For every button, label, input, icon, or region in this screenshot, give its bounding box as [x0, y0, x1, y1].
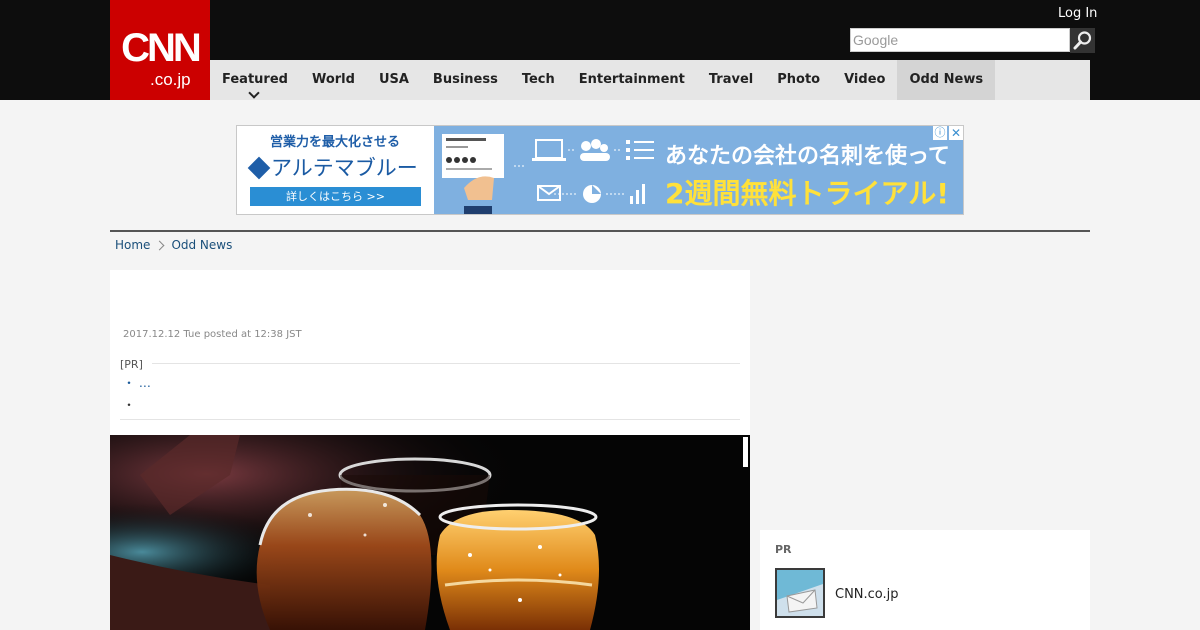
- breadcrumb-home[interactable]: Home: [115, 238, 150, 252]
- search-icon: [1073, 31, 1092, 50]
- nav-item-world[interactable]: World: [300, 60, 367, 100]
- main-nav: Featured World USA Business Tech Enterta…: [210, 60, 996, 100]
- nav-item-featured[interactable]: Featured: [210, 60, 300, 100]
- chevron-down-icon: [248, 87, 260, 99]
- nav-item-tech[interactable]: Tech: [510, 60, 567, 100]
- pr-bottom-divider: [120, 419, 740, 420]
- chevron-right-icon: [154, 240, 165, 250]
- pr-label: [PR]: [120, 358, 143, 371]
- nav-item-travel[interactable]: Travel: [697, 60, 765, 100]
- logo-domain: .co.jp: [150, 70, 191, 89]
- nav-item-video[interactable]: Video: [832, 60, 897, 100]
- ad-brand-name: アルテマブルー: [271, 156, 418, 180]
- sidebar-thumbnail[interactable]: [775, 568, 825, 618]
- nav-item-business[interactable]: Business: [421, 60, 510, 100]
- pr-divider: [152, 363, 740, 364]
- sidebar-pr-label: PR: [775, 543, 792, 556]
- ad-cta-button[interactable]: 詳しくはこちら >>: [250, 187, 421, 206]
- logo-wordmark: CNN: [121, 26, 202, 70]
- breadcrumb: Home Odd News: [115, 238, 232, 252]
- breadcrumb-odd-news[interactable]: Odd News: [171, 238, 232, 252]
- nav-item-entertainment[interactable]: Entertainment: [567, 60, 697, 100]
- nav-item-odd-news[interactable]: Odd News: [897, 60, 996, 100]
- ad-headline: あなたの会社の名刺を使って: [665, 144, 950, 169]
- post-timestamp: 2017.12.12 Tue posted at 12:38 JST: [123, 329, 302, 340]
- cnn-logo[interactable]: CNN .co.jp: [110, 0, 210, 100]
- ad-close-icon[interactable]: ✕: [949, 126, 963, 140]
- nav-item-label: Featured: [222, 72, 288, 87]
- article-photo: [110, 435, 750, 630]
- ad-brand-panel: 営業力を最大化させる アルテマブルー 詳しくはこちら >>: [237, 126, 434, 214]
- nav-item-usa[interactable]: USA: [367, 60, 421, 100]
- ad-illustration: [434, 126, 664, 214]
- brand-diamond-icon: [247, 156, 271, 180]
- search-button[interactable]: [1070, 28, 1095, 53]
- sidebar-item-title[interactable]: CNN.co.jp: [835, 587, 899, 602]
- ad-info-icon[interactable]: ⓘ: [933, 126, 947, 140]
- photo-credit-mark: [743, 437, 748, 467]
- ad-brand: アルテマブルー: [247, 152, 418, 182]
- header-left-margin: [0, 60, 110, 100]
- ad-banner[interactable]: 営業力を最大化させる アルテマブルー 詳しくはこちら >> あなたの会社の名刺を…: [236, 125, 964, 215]
- nav-item-photo[interactable]: Photo: [765, 60, 832, 100]
- ad-offer: 2週間無料トライアル!: [665, 177, 949, 210]
- pr-list-item: ・: [123, 398, 136, 412]
- pr-link-item[interactable]: ・ …: [123, 374, 151, 391]
- search-placeholder: Google: [853, 32, 899, 48]
- breadcrumb-divider: [110, 230, 1090, 232]
- pr-link[interactable]: ・ …: [123, 376, 151, 390]
- article-card: 2017.12.12 Tue posted at 12:38 JST [PR] …: [110, 270, 750, 630]
- sidebar-pr-widget: PR CNN.co.jp: [760, 530, 1090, 630]
- header-right-margin: [1090, 60, 1200, 100]
- login-link[interactable]: Log In: [1058, 6, 1097, 21]
- ad-tagline: 営業力を最大化させる: [270, 135, 401, 150]
- search-input[interactable]: Google: [850, 28, 1070, 52]
